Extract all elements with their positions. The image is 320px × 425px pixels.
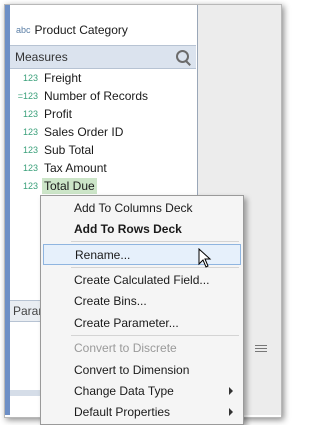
menu-item-add-to-rows-deck[interactable]: Add To Rows Deck bbox=[41, 218, 243, 239]
measure-item-freight[interactable]: 123 Freight bbox=[10, 69, 196, 87]
list-icon[interactable] bbox=[255, 345, 267, 354]
menu-separator bbox=[71, 335, 239, 336]
number-type-icon: 123 bbox=[22, 145, 38, 155]
measure-item-sub-total[interactable]: 123 Sub Total bbox=[10, 141, 196, 159]
measure-item-number-of-records[interactable]: =123 Number of Records bbox=[10, 87, 196, 105]
context-menu: Add To Columns Deck Add To Rows Deck Ren… bbox=[40, 195, 244, 425]
measure-label: Sub Total bbox=[44, 143, 94, 157]
calculated-number-type-icon: =123 bbox=[17, 91, 38, 101]
menu-item-create-parameter[interactable]: Create Parameter... bbox=[41, 312, 243, 333]
dimension-label: Product Category bbox=[34, 23, 128, 37]
number-type-icon: 123 bbox=[22, 109, 38, 119]
menu-separator bbox=[71, 267, 239, 268]
search-icon[interactable] bbox=[176, 50, 191, 66]
measure-label: Number of Records bbox=[44, 89, 149, 103]
menu-item-change-data-type[interactable]: Change Data Type bbox=[41, 380, 243, 401]
measures-header: Measures bbox=[10, 45, 196, 69]
measure-item-sales-order-id[interactable]: 123 Sales Order ID bbox=[10, 123, 196, 141]
measure-item-profit[interactable]: 123 Profit bbox=[10, 105, 196, 123]
mouse-pointer-icon bbox=[198, 248, 212, 268]
menu-item-add-to-columns-deck[interactable]: Add To Columns Deck bbox=[41, 197, 243, 218]
submenu-arrow-icon bbox=[229, 407, 233, 416]
measure-item-tax-amount[interactable]: 123 Tax Amount bbox=[10, 159, 196, 177]
number-type-icon: 123 bbox=[22, 127, 38, 137]
measure-label: Total Due bbox=[42, 178, 97, 194]
menu-item-default-properties[interactable]: Default Properties bbox=[41, 401, 243, 422]
menu-item-convert-to-discrete[interactable]: Convert to Discrete bbox=[41, 337, 243, 358]
measures-title: Measures bbox=[15, 50, 68, 64]
measure-label: Freight bbox=[44, 71, 82, 85]
number-type-icon: 123 bbox=[22, 163, 38, 173]
menu-item-convert-to-dimension[interactable]: Convert to Dimension bbox=[41, 359, 243, 380]
measure-item-total-due[interactable]: 123 Total Due bbox=[10, 177, 196, 195]
submenu-arrow-icon bbox=[229, 386, 233, 395]
measure-label: Profit bbox=[44, 107, 73, 121]
menu-item-create-calculated-field[interactable]: Create Calculated Field... bbox=[41, 269, 243, 290]
number-type-icon: 123 bbox=[22, 181, 38, 191]
measure-label: Sales Order ID bbox=[44, 125, 124, 139]
measures-list: 123 Freight =123 Number of Records 123 P… bbox=[10, 69, 196, 195]
dimension-item-product-category[interactable]: abc Product Category bbox=[10, 20, 196, 40]
menu-separator bbox=[71, 241, 239, 242]
measure-label: Tax Amount bbox=[44, 161, 107, 175]
string-type-icon: abc bbox=[16, 25, 31, 35]
menu-item-create-bins[interactable]: Create Bins... bbox=[41, 290, 243, 311]
number-type-icon: 123 bbox=[22, 73, 38, 83]
